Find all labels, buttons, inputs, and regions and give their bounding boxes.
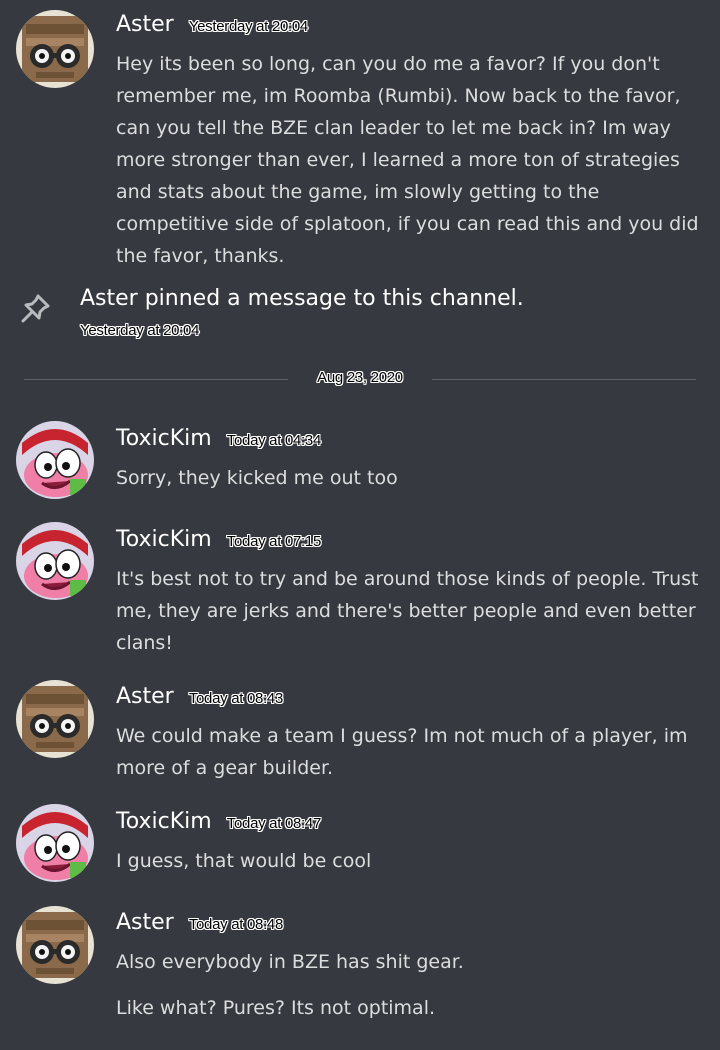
message-timestamp[interactable]: Today at 08:48 [189, 916, 284, 933]
avatar-aster[interactable] [16, 10, 94, 88]
avatar-aster[interactable] [16, 680, 94, 758]
system-message-text[interactable]: Aster pinned a message to this channel. [80, 286, 524, 311]
username[interactable]: Aster [116, 910, 174, 935]
robot-avatar-icon [16, 680, 94, 758]
username[interactable]: ToxicKim [116, 527, 212, 552]
date-divider-label: Aug 23, 2020 [317, 369, 403, 386]
cartoon-avatar-icon [16, 421, 94, 499]
avatar-toxickim[interactable] [16, 421, 94, 499]
message-text: We could make a team I guess? Im not muc… [116, 725, 688, 779]
avatar-toxickim[interactable] [16, 804, 94, 882]
username[interactable]: Aster [116, 12, 174, 37]
username[interactable]: ToxicKim [116, 426, 212, 451]
username[interactable]: Aster [116, 684, 174, 709]
message-text: Hey its been so long, can you do me a fa… [116, 53, 699, 267]
cartoon-avatar-icon [16, 804, 94, 882]
cartoon-avatar-icon [16, 522, 94, 600]
message-text: Sorry, they kicked me out too [116, 467, 398, 489]
robot-avatar-icon [16, 10, 94, 88]
robot-avatar-icon [16, 906, 94, 984]
message-timestamp[interactable]: Yesterday at 20:04 [189, 18, 308, 35]
avatar-aster[interactable] [16, 906, 94, 984]
message-timestamp[interactable]: Today at 08:43 [189, 690, 284, 707]
message-text: Like what? Pures? Its not optimal. [116, 997, 436, 1019]
username[interactable]: ToxicKim [116, 809, 212, 834]
message-text: Also everybody in BZE has shit gear. [116, 951, 464, 973]
system-message-timestamp[interactable]: Yesterday at 20:04 [80, 322, 199, 339]
message-text: I guess, that would be cool [116, 850, 372, 872]
date-divider-line-left [24, 379, 288, 380]
message-timestamp[interactable]: Today at 08:47 [227, 815, 322, 832]
message-text: It's best not to try and be around those… [116, 568, 699, 654]
avatar-toxickim[interactable] [16, 522, 94, 600]
date-divider-line-right [432, 379, 696, 380]
message-timestamp[interactable]: Today at 04:34 [227, 432, 322, 449]
message-timestamp[interactable]: Today at 07:15 [227, 533, 322, 550]
pin-icon [21, 294, 50, 323]
